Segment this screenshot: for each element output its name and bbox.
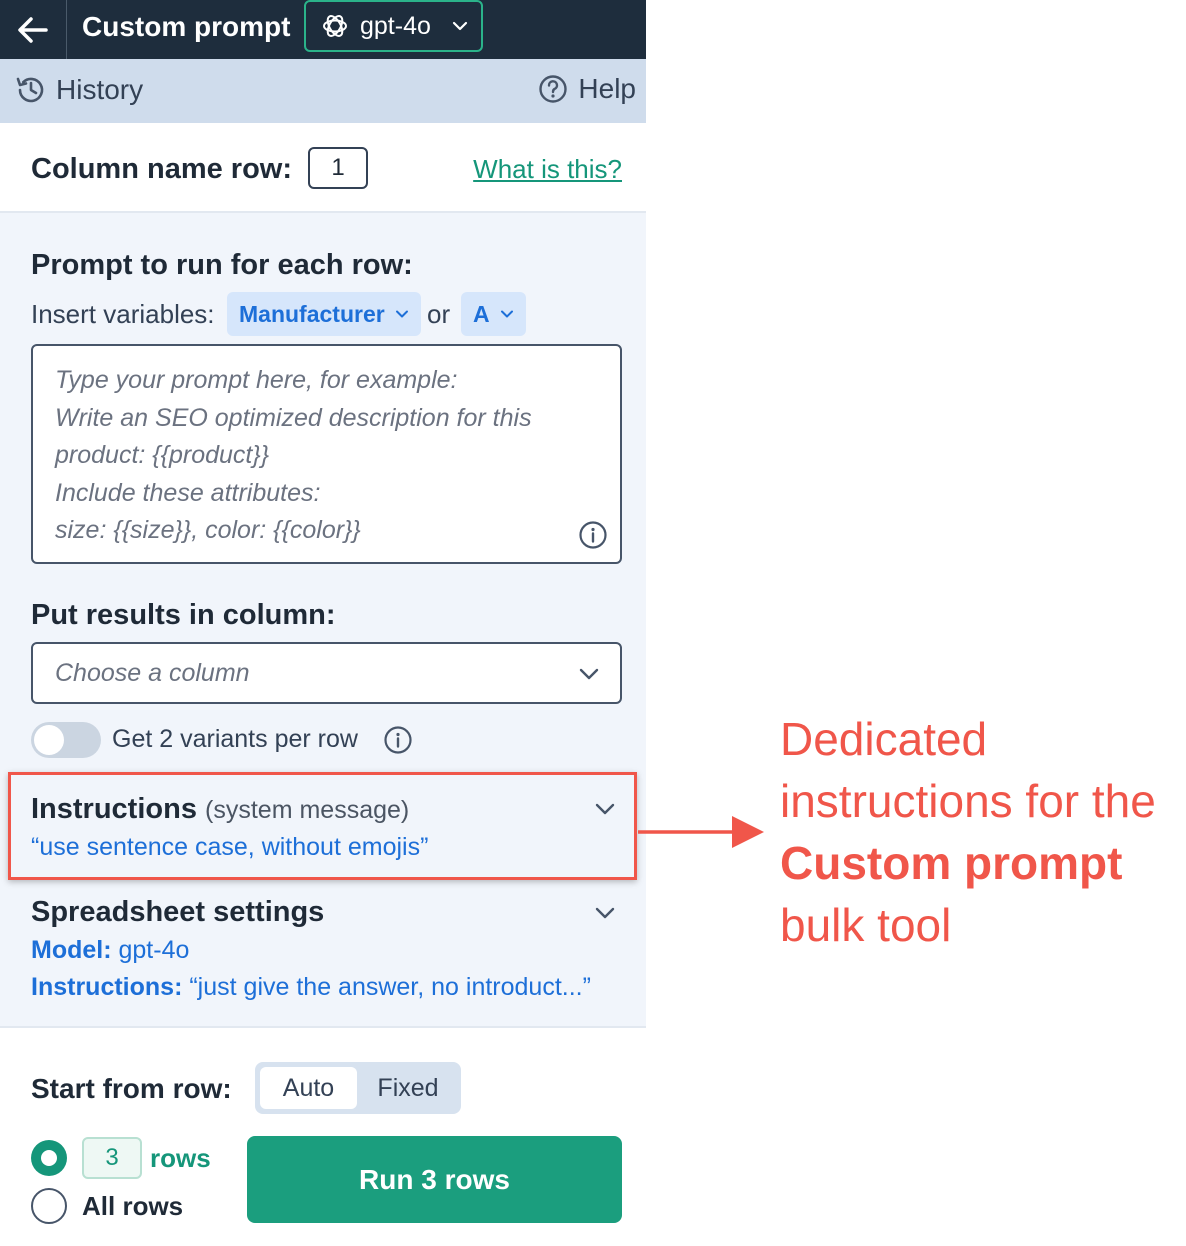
page-title: Custom prompt bbox=[82, 11, 291, 42]
instructions-title: Instructions bbox=[31, 793, 197, 825]
instructions-accordion[interactable]: Instructions (system message) “use sente… bbox=[8, 772, 637, 880]
start-from-row-label: Start from row: bbox=[31, 1073, 232, 1104]
what-is-this-link[interactable]: What is this? bbox=[473, 154, 622, 185]
variable-column-letter-label: A bbox=[473, 300, 490, 327]
annotation-line-3: Custom prompt bbox=[780, 837, 1123, 889]
chevron-down-icon bbox=[595, 803, 615, 815]
instructions-preview: “just give the answer, no introduct...” bbox=[189, 973, 591, 1001]
spreadsheet-settings-heading[interactable]: Spreadsheet settings bbox=[31, 896, 324, 929]
model-dropdown[interactable]: gpt-4o bbox=[304, 0, 483, 52]
prompt-settings-section: Prompt to run for each row: Insert varia… bbox=[0, 213, 646, 1028]
model-value: gpt-4o bbox=[118, 936, 190, 964]
column-name-row-input[interactable]: 1 bbox=[308, 147, 368, 189]
back-button[interactable] bbox=[0, 0, 66, 59]
all-rows-radio[interactable] bbox=[31, 1188, 67, 1224]
annotation-text: Dedicated instructions for the Custom pr… bbox=[780, 708, 1180, 956]
run-button[interactable]: Run 3 rows bbox=[247, 1136, 622, 1223]
model-key: Model: bbox=[31, 936, 112, 964]
toolbar: History Help bbox=[0, 59, 646, 123]
results-column-select[interactable]: Choose a column bbox=[31, 642, 622, 704]
chevron-down-icon bbox=[579, 668, 599, 680]
auto-option[interactable]: Auto bbox=[260, 1067, 357, 1109]
instructions-value: “use sentence case, without emojis” bbox=[31, 833, 429, 861]
variants-label: Get 2 variants per row bbox=[112, 725, 358, 753]
prompt-heading: Prompt to run for each row: bbox=[31, 249, 413, 281]
results-column-placeholder: Choose a column bbox=[55, 658, 250, 687]
annotation-line-1: Dedicated bbox=[780, 713, 988, 765]
header-bar: Custom prompt gpt-4o bbox=[0, 0, 646, 59]
or-label: or bbox=[427, 299, 451, 329]
spreadsheet-instructions-line: Instructions: “just give the answer, no … bbox=[31, 973, 591, 1002]
chevron-down-icon bbox=[395, 310, 408, 318]
annotation-arrow bbox=[638, 816, 764, 848]
variable-manufacturer-label: Manufacturer bbox=[239, 300, 385, 327]
column-name-row-section: Column name row: 1 What is this? bbox=[0, 123, 646, 213]
info-icon[interactable] bbox=[578, 520, 608, 550]
variable-column-letter-dropdown[interactable]: A bbox=[461, 292, 526, 336]
chevron-down-icon[interactable] bbox=[594, 903, 616, 923]
radio-dot bbox=[41, 1150, 57, 1166]
arrow-left-icon bbox=[18, 16, 48, 43]
question-circle-icon bbox=[539, 75, 568, 103]
history-icon bbox=[16, 77, 44, 103]
fixed-option[interactable]: Fixed bbox=[359, 1067, 457, 1109]
variable-manufacturer-dropdown[interactable]: Manufacturer bbox=[227, 292, 421, 336]
toggle-knob bbox=[34, 725, 64, 755]
all-rows-label: All rows bbox=[82, 1191, 184, 1221]
instructions-subtitle: (system message) bbox=[205, 796, 410, 824]
rows-count-input[interactable]: 3 bbox=[82, 1137, 142, 1179]
start-mode-segmented-control: Auto Fixed bbox=[255, 1062, 461, 1114]
annotation-line-4: bulk tool bbox=[780, 899, 952, 951]
openai-logo-icon bbox=[323, 15, 347, 37]
instructions-header: Instructions (system message) bbox=[31, 793, 409, 826]
prompt-textarea[interactable]: Type your prompt here, for example: Writ… bbox=[31, 344, 622, 564]
instructions-key: Instructions: bbox=[31, 973, 183, 1001]
prompt-placeholder: Type your prompt here, for example: Writ… bbox=[55, 366, 532, 544]
insert-variables-label: Insert variables: bbox=[31, 299, 215, 329]
header-divider bbox=[66, 0, 67, 59]
history-label: History bbox=[56, 74, 144, 105]
spreadsheet-model-line: Model: gpt-4o bbox=[31, 936, 189, 965]
rows-label: rows bbox=[150, 1143, 211, 1173]
history-button[interactable]: History bbox=[14, 73, 143, 107]
custom-prompt-panel: Custom prompt gpt-4o History Help Column… bbox=[0, 0, 646, 1246]
rows-count-radio[interactable] bbox=[31, 1140, 67, 1176]
annotation-line-2: instructions for the bbox=[780, 775, 1156, 827]
chevron-down-icon bbox=[500, 310, 513, 318]
help-button[interactable]: Help bbox=[538, 73, 636, 105]
model-label: gpt-4o bbox=[360, 11, 431, 40]
variants-toggle[interactable] bbox=[31, 722, 101, 758]
info-icon[interactable] bbox=[383, 725, 413, 755]
chevron-down-icon bbox=[452, 21, 468, 31]
help-label: Help bbox=[578, 73, 636, 104]
results-column-heading: Put results in column: bbox=[31, 599, 336, 631]
column-name-row-label: Column name row: bbox=[31, 153, 293, 185]
